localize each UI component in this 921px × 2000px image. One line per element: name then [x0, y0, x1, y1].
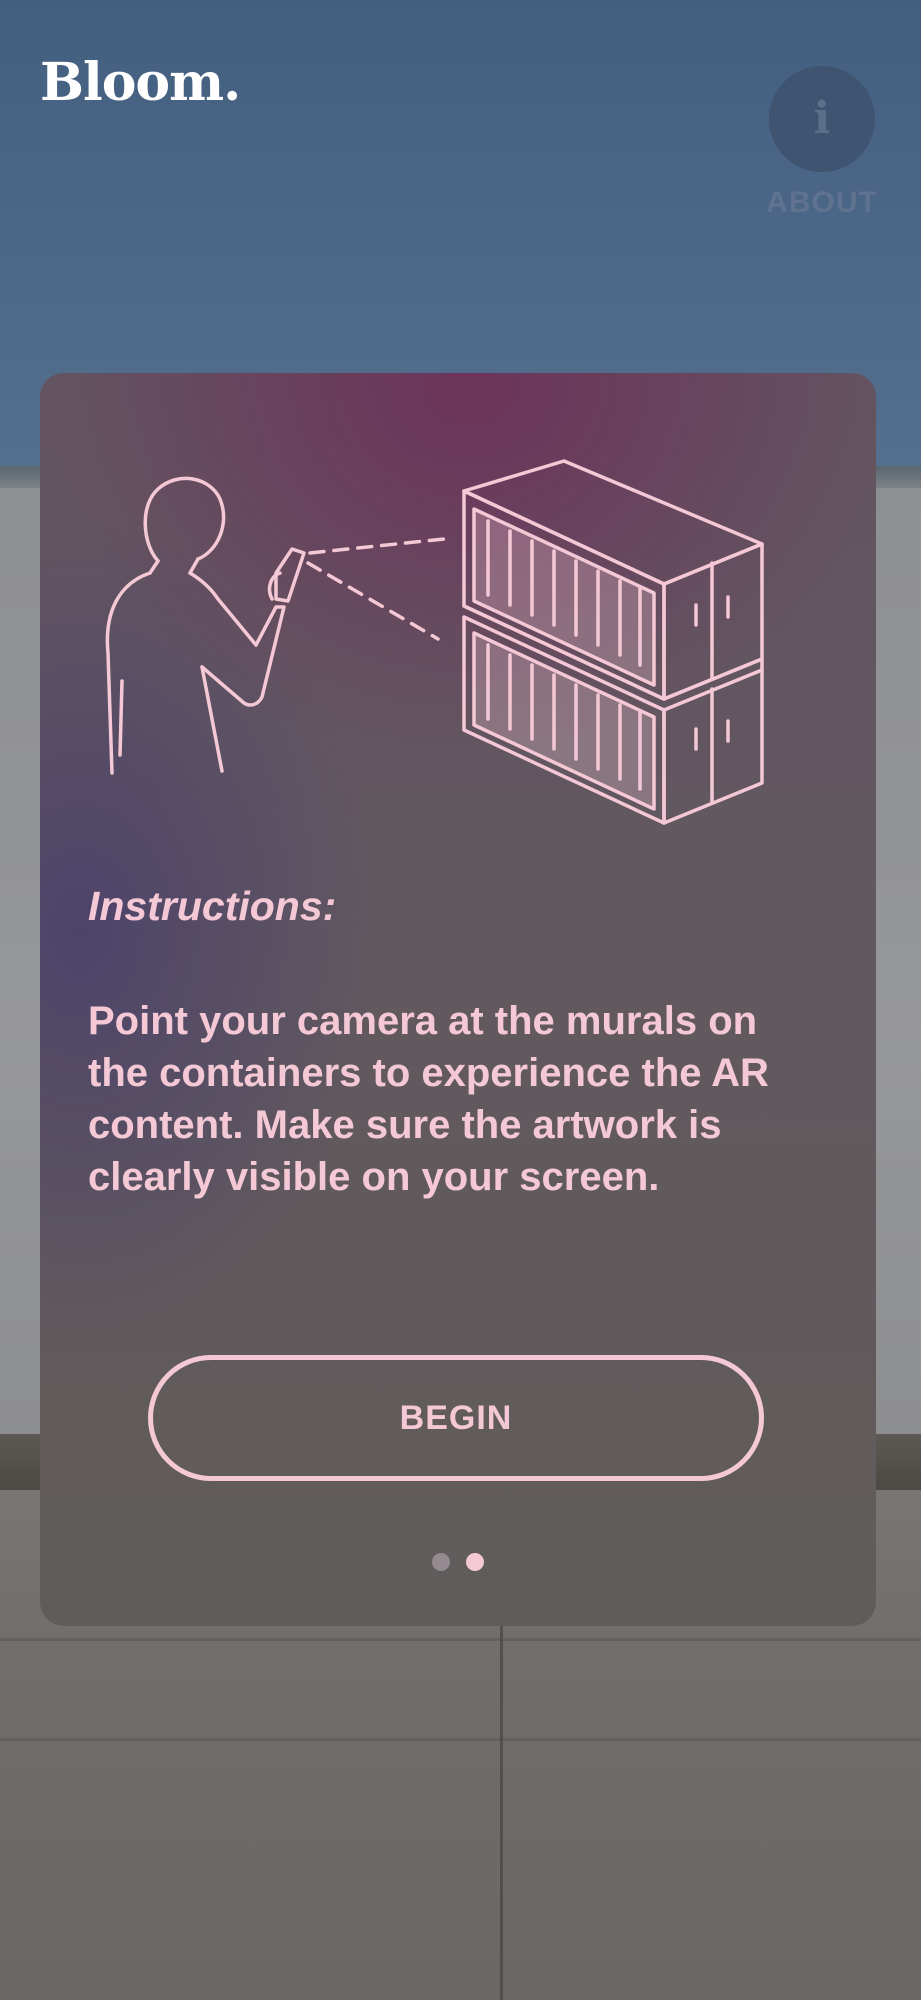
person-torso [105, 571, 152, 775]
person-neck [188, 557, 200, 575]
page-dot-2-active[interactable] [466, 1553, 484, 1571]
person-forearm [200, 605, 286, 707]
ground-joint [0, 1638, 921, 1641]
instructions-title: Instructions: [88, 883, 337, 929]
person-scanning-containers-illustration [105, 459, 764, 825]
person-back-line [118, 679, 124, 757]
about-button[interactable]: i ABOUT [766, 66, 878, 220]
person-neck [148, 559, 160, 575]
begin-button[interactable]: BEGIN [148, 1355, 764, 1481]
person-head [143, 476, 226, 563]
instructions-body: Point your camera at the murals on the c… [88, 999, 769, 1199]
app-logo: Bloom. [40, 52, 241, 113]
info-icon[interactable]: i [769, 66, 875, 172]
scan-beam [306, 561, 440, 641]
info-icon-glyph: i [813, 93, 831, 144]
page-dot-1[interactable] [432, 1553, 450, 1571]
ground-joint [500, 1620, 503, 2000]
person-shoulder [188, 571, 258, 647]
instructions-card: Instructions: Point your camera at the m… [40, 373, 876, 1626]
phone-icon [274, 547, 306, 603]
page-indicator [40, 1553, 876, 1571]
about-label: ABOUT [766, 186, 878, 219]
scan-beam [308, 537, 446, 555]
ground-joint [0, 1738, 921, 1741]
